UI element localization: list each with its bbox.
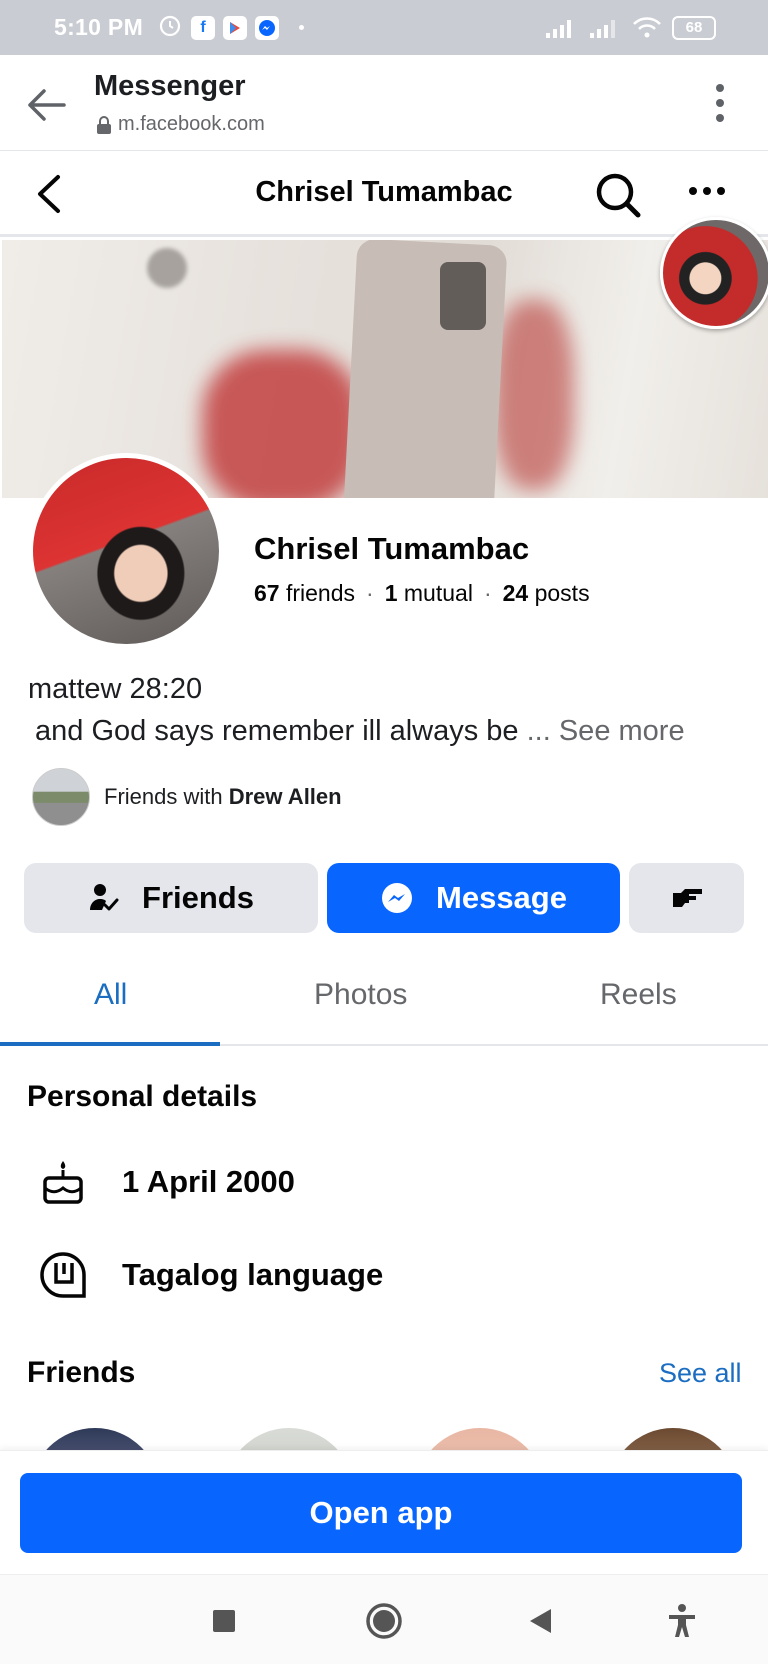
messenger-icon [255,15,280,40]
posts-label: posts [534,580,590,606]
browser-bar: Messenger m.facebook.com [0,55,768,151]
url-text: m.facebook.com [118,113,265,135]
profile-stats: 67 friends · 1 mutual · 24 posts [254,580,590,606]
mutual-friend-avatar [32,768,90,826]
friends-section-title: Friends [27,1356,136,1389]
tab-photos[interactable]: Photos [314,978,407,1012]
profile-actions: Friends Message [24,863,744,933]
poke-button[interactable] [629,863,744,933]
signal-icon [546,19,571,38]
nav-title: Chrisel Tumambac [255,176,513,208]
browser-title: Messenger [94,70,246,102]
friend-thumbnail[interactable] [415,1428,545,1450]
profile-picture[interactable] [28,453,224,649]
status-time: 5:10 PM [54,14,144,40]
birthday-detail: 1 April 2000 [38,1157,295,1207]
friends-with-prefix: Friends with [104,784,223,809]
message-button-label: Message [436,880,567,915]
friend-thumbnail[interactable] [608,1428,738,1450]
status-bar: 5:10 PM f 68 [0,0,768,55]
open-app-banner: Open app [0,1450,768,1574]
personal-details-title: Personal details [27,1080,258,1113]
home-icon[interactable] [364,1601,404,1641]
see-more-link[interactable]: See more [559,715,685,747]
wifi-icon [633,16,661,37]
chat-head-avatar[interactable] [660,217,768,329]
lock-icon [97,115,111,134]
profile-tabs: All Photos Reels [0,950,768,1046]
more-notifications-dot [299,25,305,30]
more-options-icon[interactable] [688,181,726,201]
active-tab-indicator [0,1042,220,1046]
friend-check-icon [90,884,119,911]
play-store-icon [223,15,248,40]
system-indicators: 68 [544,15,716,40]
accessibility-icon[interactable] [662,1601,702,1641]
mutual-friend-name: Drew Allen [228,784,342,809]
recent-apps-icon[interactable] [204,1601,244,1641]
posts-count: 24 [502,580,529,606]
message-button[interactable]: Message [327,863,620,933]
poke-icon [672,889,702,907]
facebook-icon: f [191,15,216,40]
system-back-icon[interactable] [522,1601,562,1641]
friends-count: 67 [254,580,280,606]
notification-icons: f [157,12,305,43]
bio-line-1: mattew 28:20 [28,673,203,705]
friend-thumbnail[interactable] [224,1428,354,1450]
language-icon [40,1252,86,1298]
bio-line-2-text: and God says remember ill always be [35,715,519,747]
birthday-text: 1 April 2000 [122,1164,295,1199]
browser-menu-icon[interactable] [710,82,730,124]
friend-thumbnail[interactable] [30,1428,160,1450]
search-icon[interactable] [594,171,642,219]
birthday-cake-icon [43,1161,83,1204]
language-text: Tagalog language [122,1257,384,1292]
profile-nav-bar: Chrisel Tumambac [0,151,768,237]
alarm-icon [157,12,183,43]
friend-thumbnails [0,1428,768,1450]
profile-name: Chrisel Tumambac [254,531,530,566]
language-detail: Tagalog language [38,1250,383,1300]
mutual-label[interactable]: mutual [404,580,473,606]
signal-icon-2 [590,19,615,38]
tab-all[interactable]: All [94,978,127,1012]
browser-back-icon[interactable] [24,83,68,127]
friends-count-label[interactable]: friends [286,580,355,606]
mutual-friend-row[interactable]: Friends with Drew Allen [32,768,342,826]
open-app-button[interactable]: Open app [20,1473,742,1553]
tab-reels[interactable]: Reels [600,978,677,1012]
messenger-icon [382,883,413,913]
battery-icon: 68 [672,15,716,40]
system-navigation-bar [0,1574,768,1664]
bio-ellipsis: ... [526,715,551,747]
bio-line-2: and God says remember ill always be ... … [35,715,685,748]
battery-level: 68 [685,19,703,36]
friends-button[interactable]: Friends [24,863,318,933]
mutual-count: 1 [384,580,398,606]
mutual-friend-text: Friends with Drew Allen [104,784,342,810]
browser-url: m.facebook.com [96,113,265,136]
friends-button-label: Friends [142,880,254,915]
see-all-friends-link[interactable]: See all [659,1358,742,1389]
